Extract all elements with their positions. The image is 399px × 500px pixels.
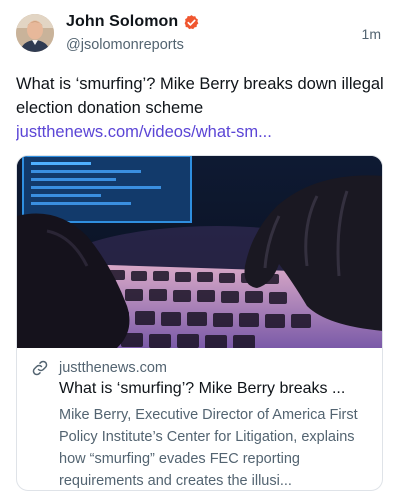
post-timestamp[interactable]: 1m bbox=[362, 26, 381, 42]
card-description: Mike Berry, Executive Director of Americ… bbox=[59, 407, 358, 489]
card-body: justthenews.com What is ‘smurfing’? Mike… bbox=[17, 348, 382, 490]
post-link[interactable]: justthenews.com/videos/what-sm... bbox=[16, 120, 384, 144]
card-title[interactable]: What is ‘smurfing’? Mike Berry breaks ..… bbox=[59, 380, 371, 398]
post-text: What is ‘smurfing’? Mike Berry breaks do… bbox=[16, 72, 384, 144]
card-image[interactable] bbox=[17, 156, 382, 348]
avatar[interactable] bbox=[16, 14, 54, 52]
verified-badge-icon bbox=[183, 14, 200, 31]
card-domain: justthenews.com bbox=[59, 360, 167, 376]
link-preview-card[interactable]: justthenews.com What is ‘smurfing’? Mike… bbox=[16, 155, 383, 491]
post-body: What is ‘smurfing’? Mike Berry breaks do… bbox=[16, 75, 384, 117]
author-name[interactable]: John Solomon bbox=[66, 13, 178, 31]
name-row: John Solomon bbox=[66, 12, 200, 32]
author-block: John Solomon @jsolomonreports bbox=[66, 12, 200, 53]
card-domain-row: justthenews.com bbox=[31, 358, 372, 378]
post[interactable]: John Solomon @jsolomonreports 1m What is… bbox=[0, 0, 399, 500]
post-header: John Solomon @jsolomonreports 1m bbox=[16, 12, 387, 56]
link-icon bbox=[31, 359, 49, 377]
author-handle[interactable]: @jsolomonreports bbox=[66, 37, 200, 53]
